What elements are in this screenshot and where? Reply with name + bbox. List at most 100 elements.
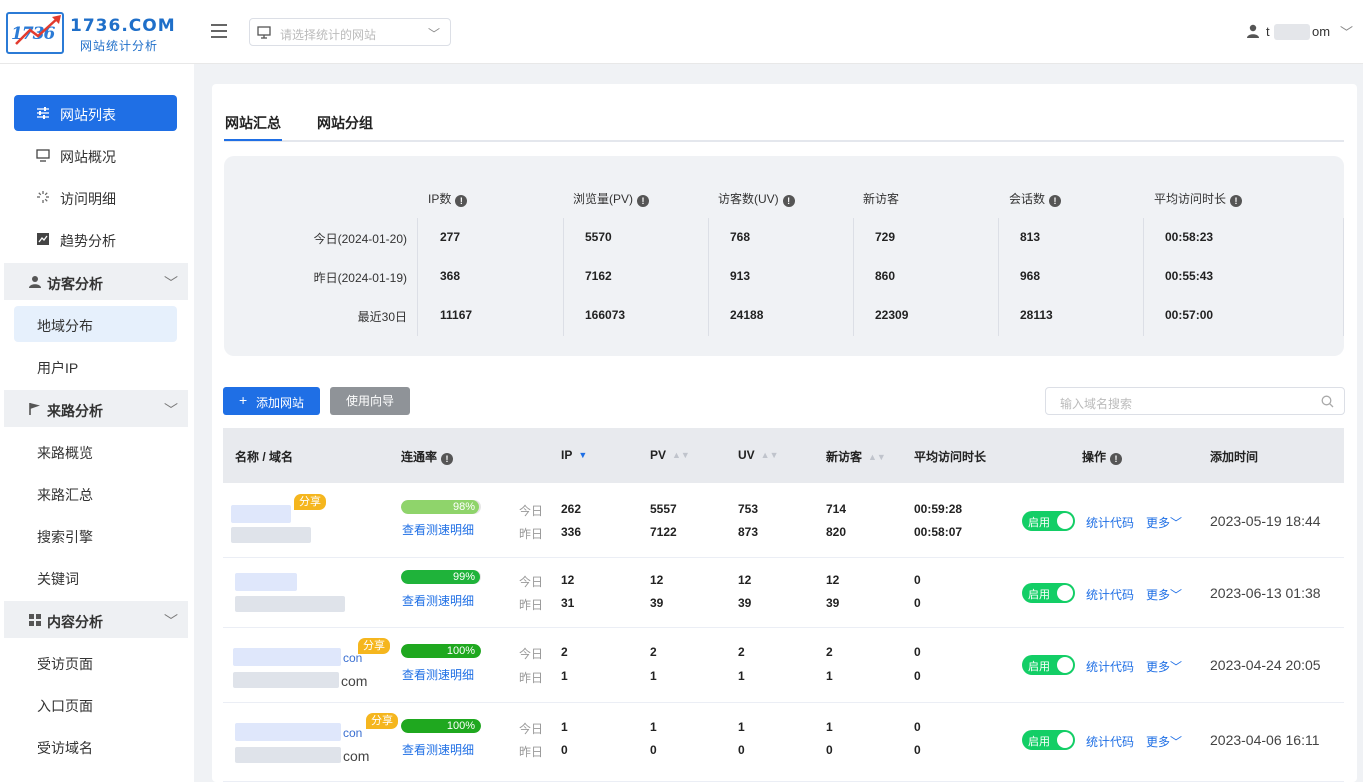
info-icon[interactable]: ! <box>441 453 454 465</box>
summary-panel: IP数! 浏览量(PV)! 访客数(UV)! 新访客 会话数! 平均访问时长! … <box>224 156 1344 356</box>
sidebar-item-region[interactable]: 地域分布 <box>14 306 177 342</box>
menu-toggle-icon[interactable] <box>211 24 227 38</box>
domain-search-input[interactable]: 输入域名搜索 <box>1045 387 1345 415</box>
sidebar-item-keyword[interactable]: 关键词 <box>14 559 177 595</box>
summary-header-label: 浏览量(PV) <box>573 192 634 206</box>
speed-detail-link[interactable]: 查看测速明细 <box>402 592 474 609</box>
sort-icon: ▲▼ <box>868 452 886 462</box>
toggle-knob <box>1057 585 1073 601</box>
info-icon[interactable]: ! <box>1230 195 1243 207</box>
yesterday-label: 昨日 <box>519 527 544 541</box>
speed-detail-link[interactable]: 查看测速明细 <box>402 741 474 758</box>
more-menu[interactable]: 更多﹀ <box>1146 658 1182 675</box>
info-icon[interactable]: ! <box>455 195 468 207</box>
summary-value: 277 <box>440 230 461 244</box>
plus-icon: + <box>239 392 248 408</box>
guide-button[interactable]: 使用向导 <box>330 387 410 415</box>
column-header-actions: 操作! <box>1082 448 1123 465</box>
sidebar-item-visited-page[interactable]: 受访页面 <box>14 644 177 680</box>
more-menu[interactable]: 更多﹀ <box>1146 586 1182 603</box>
logo[interactable]: 1736 1736.COM 网站统计分析 <box>6 12 186 54</box>
chevron-down-icon: ﹀ <box>164 402 178 418</box>
info-icon[interactable]: ! <box>637 195 650 207</box>
redacted-site-name <box>235 723 341 741</box>
avg-duration-today: 00:59:28 <box>914 502 963 516</box>
ip-yesterday: 336 <box>561 525 582 539</box>
chevron-down-icon: ﹀ <box>1170 735 1183 749</box>
sidebar-item-label: 地域分布 <box>37 318 93 334</box>
sidebar-item-overview[interactable]: 网站概况 <box>14 137 177 173</box>
user-icon <box>29 276 41 288</box>
sidebar-group-content[interactable]: 内容分析 ﹀ <box>4 601 188 638</box>
sidebar-item-trend[interactable]: 趋势分析 <box>14 221 177 257</box>
more-menu[interactable]: 更多﹀ <box>1146 733 1182 750</box>
speed-detail-link[interactable]: 查看测速明细 <box>402 521 474 538</box>
ip-today: 262 <box>561 502 582 516</box>
enable-toggle[interactable]: 启用 <box>1022 655 1075 675</box>
uv-yesterday: 0 <box>738 743 745 757</box>
info-icon[interactable]: ! <box>1110 453 1123 465</box>
pv-yesterday: 39 <box>650 596 664 610</box>
yesterday-label: 昨日 <box>519 745 544 759</box>
sidebar-item-user-ip[interactable]: 用户IP <box>14 348 177 384</box>
summary-value: 813 <box>1020 230 1041 244</box>
sidebar-item-search-engine[interactable]: 搜索引擎 <box>14 517 177 553</box>
toggle-knob <box>1057 732 1073 748</box>
info-icon[interactable]: ! <box>782 195 795 207</box>
tracking-code-link[interactable]: 统计代码 <box>1086 733 1134 750</box>
column-header-label: UV <box>738 448 755 462</box>
uv-today: 753 <box>738 502 759 516</box>
tab-site-group[interactable]: 网站分组 <box>317 113 373 133</box>
summary-value: 768 <box>730 230 751 244</box>
sidebar-item-entry-page[interactable]: 入口页面 <box>14 686 177 722</box>
enable-toggle[interactable]: 启用 <box>1022 730 1075 750</box>
more-menu[interactable]: 更多﹀ <box>1146 514 1182 531</box>
uv-yesterday: 873 <box>738 525 759 539</box>
connectivity-bar: 99% <box>401 570 481 584</box>
user-icon <box>1247 24 1259 38</box>
search-icon[interactable] <box>1321 395 1334 408</box>
sidebar-item-source-summary[interactable]: 来路汇总 <box>14 475 177 511</box>
sidebar-group-label: 来路分析 <box>47 403 103 419</box>
sidebar-item-label: 受访页面 <box>37 656 93 672</box>
column-header-new-visitor[interactable]: 新访客 ▲▼ <box>826 448 886 465</box>
enable-toggle[interactable]: 启用 <box>1022 511 1075 531</box>
summary-value: 913 <box>730 269 751 283</box>
domain-tail: com <box>341 673 368 689</box>
site-select[interactable]: 请选择统计的网站 ﹀ <box>249 18 451 46</box>
summary-row-label: 今日(2024-01-20) <box>313 232 407 246</box>
pv-today: 2 <box>650 645 657 659</box>
sidebar-item-visit-detail[interactable]: 访问明细 <box>14 179 177 215</box>
redacted-site-name <box>235 573 297 591</box>
uv-yesterday: 1 <box>738 669 745 683</box>
divider <box>708 218 709 336</box>
uv-yesterday: 39 <box>738 596 752 610</box>
summary-value: 729 <box>875 230 896 244</box>
uv-today: 1 <box>738 720 745 734</box>
connectivity-percent: 99% <box>452 571 475 583</box>
sidebar-group-visitor[interactable]: 访客分析 ﹀ <box>4 263 188 300</box>
flag-icon <box>29 403 40 415</box>
summary-value: 24188 <box>730 308 764 322</box>
column-header-pv[interactable]: PV ▲▼ <box>650 448 690 462</box>
table-row: 分享 98% 查看测速明细 今日 昨日 262 336 5557 7122 75… <box>223 483 1344 558</box>
sidebar-item-source-overview[interactable]: 来路概览 <box>14 433 177 469</box>
sidebar-item-visited-domain[interactable]: 受访域名 <box>14 728 177 764</box>
tracking-code-link[interactable]: 统计代码 <box>1086 586 1134 603</box>
info-icon[interactable]: ! <box>1049 195 1062 207</box>
speed-detail-link[interactable]: 查看测速明细 <box>402 666 474 683</box>
today-label: 今日 <box>519 722 544 736</box>
add-site-button[interactable]: + 添加网站 <box>223 387 320 415</box>
more-label: 更多 <box>1146 660 1171 674</box>
sidebar-group-source[interactable]: 来路分析 ﹀ <box>4 390 188 427</box>
tracking-code-link[interactable]: 统计代码 <box>1086 658 1134 675</box>
enable-toggle[interactable]: 启用 <box>1022 583 1075 603</box>
summary-value: 368 <box>440 269 461 283</box>
tab-site-summary[interactable]: 网站汇总 <box>224 113 282 141</box>
column-header-ip[interactable]: IP ▼ <box>561 448 587 462</box>
column-header-uv[interactable]: UV ▲▼ <box>738 448 779 462</box>
sidebar-item-label: 来路概览 <box>37 445 93 461</box>
tracking-code-link[interactable]: 统计代码 <box>1086 514 1134 531</box>
chevron-down-icon: ﹀ <box>1170 588 1183 602</box>
sidebar-item-site-list[interactable]: 网站列表 <box>14 95 177 131</box>
